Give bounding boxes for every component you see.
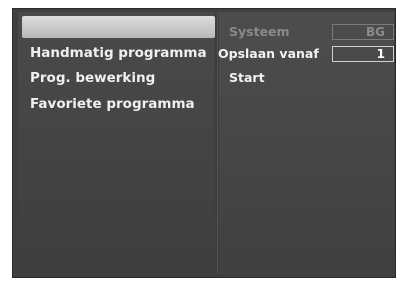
menu-item-selected[interactable]: [22, 16, 215, 38]
setting-value-opslaan-vanaf[interactable]: 1: [332, 46, 394, 62]
menu-item-label: Handmatig programma: [30, 45, 207, 61]
menu-item-label: Prog. bewerking: [30, 70, 156, 86]
menu-item-favoriete-programma[interactable]: Favoriete programma: [30, 96, 195, 112]
start-button[interactable]: Start: [229, 70, 265, 85]
setting-label-systeem: Systeem: [229, 24, 290, 39]
menu-item-label: Favoriete programma: [30, 96, 195, 112]
setting-label-opslaan-vanaf: Opslaan vanaf: [218, 46, 319, 61]
menu-item-prog-bewerking[interactable]: Prog. bewerking: [30, 70, 155, 86]
setting-value-systeem[interactable]: BG: [332, 24, 394, 40]
menu-item-handmatig-programma[interactable]: Handmatig programma: [30, 45, 207, 61]
